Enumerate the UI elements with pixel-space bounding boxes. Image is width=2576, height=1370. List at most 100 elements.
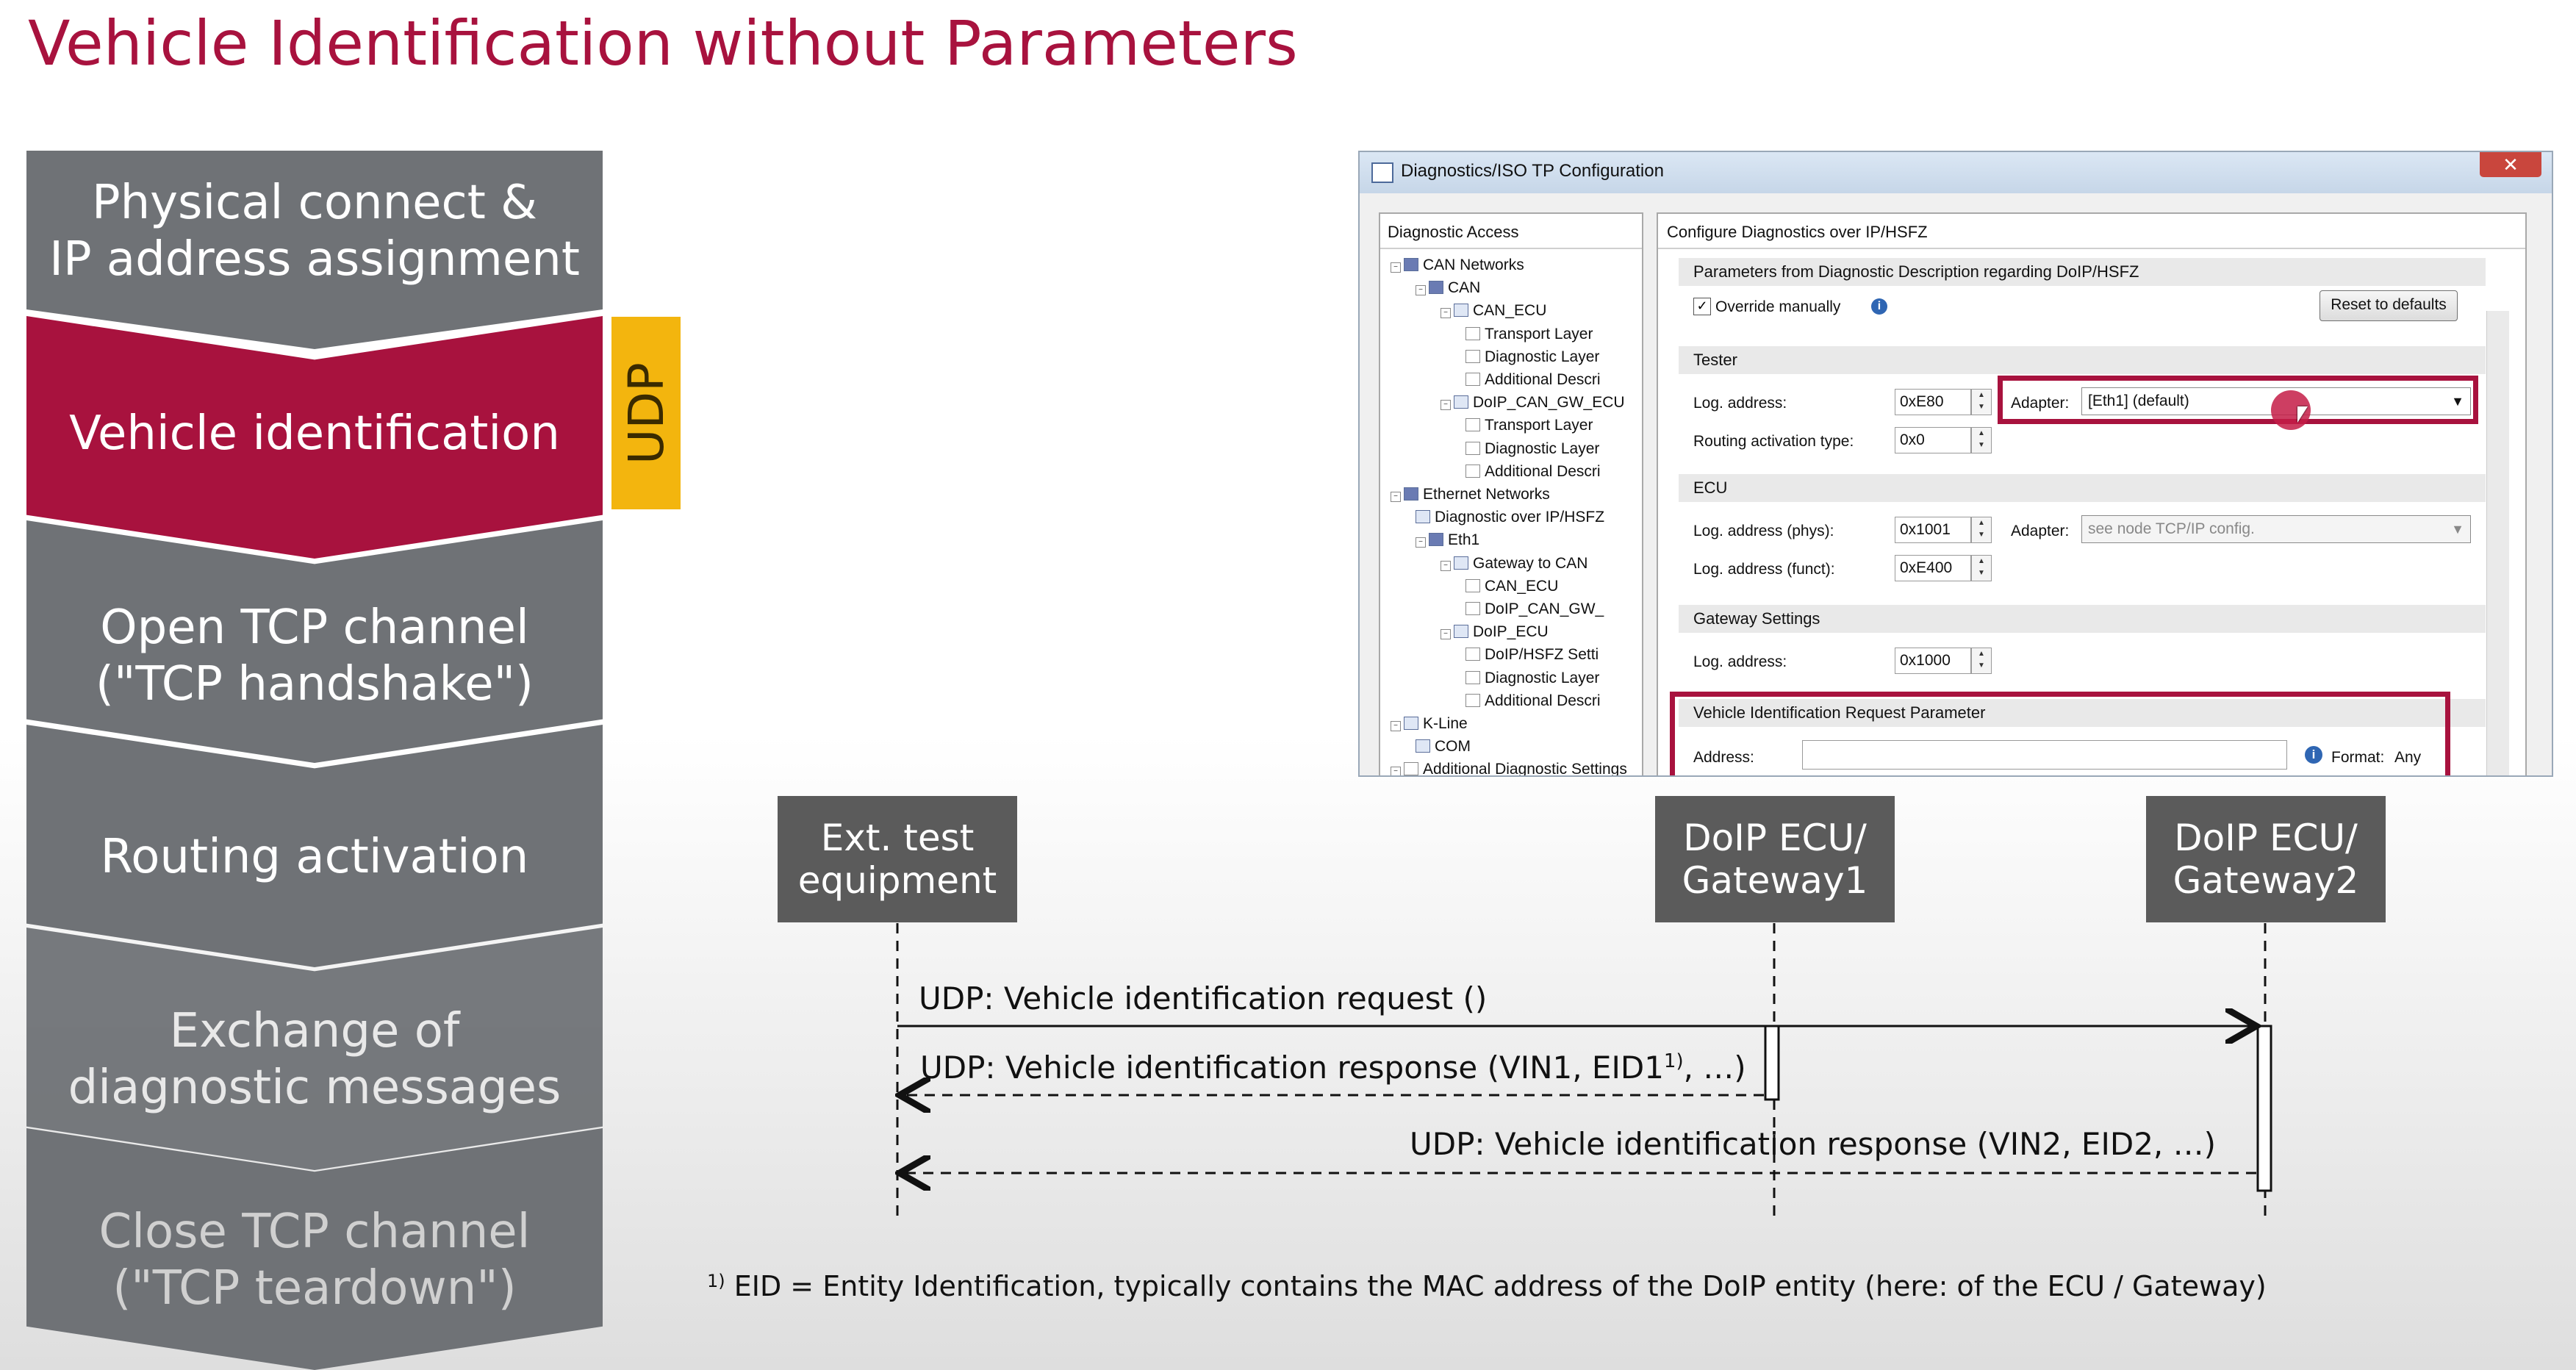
tree-item-label: Additional Diagnostic Settings [1423,761,1627,777]
footnote-mark: 1) [707,1271,725,1291]
ecu-funct-field[interactable]: 0xE400 [1895,555,1971,581]
document-icon [1404,762,1418,775]
ecu-icon [1454,395,1468,409]
message-response-1-text: UDP: Vehicle identification response (VI… [920,1050,1664,1086]
network-icon [1404,258,1418,271]
cable-icon [1416,510,1430,524]
ecu-adapter-dropdown[interactable]: see node TCP/IP config. ▼ [2081,515,2471,543]
step-label: Routing activation [100,829,529,884]
window-app-icon [1371,162,1393,183]
message-response-2: UDP: Vehicle identification response (VI… [1410,1126,2217,1162]
tree-item[interactable]: − Eth1 [1416,531,1479,549]
tree-item-label: Eth1 [1448,531,1480,549]
info-icon: i [1871,298,1887,315]
expand-toggle-icon[interactable]: − [1416,537,1426,548]
expand-toggle-icon[interactable]: − [1441,400,1451,411]
tree-item[interactable]: Diagnostic Layer [1465,348,1599,366]
step-label: Open TCP channel ("TCP handshake") [95,600,534,711]
tree-item[interactable]: Diagnostic over IP/HSFZ [1416,509,1604,526]
document-icon [1465,693,1480,707]
configure-panel: Configure Diagnostics over IP/HSFZ Param… [1657,212,2527,775]
tree-item[interactable]: DoIP_CAN_GW_ [1465,600,1604,618]
tree-item-label: DoIP_CAN_GW_ECU [1473,394,1625,412]
expand-toggle-icon[interactable]: − [1391,721,1401,731]
tree-item[interactable]: DoIP/HSFZ Setti [1465,646,1599,664]
tree-item[interactable]: Additional Descri [1465,692,1601,710]
tree-item[interactable]: − K-Line [1391,715,1468,733]
tree-item-label: Additional Descri [1485,692,1601,709]
tree-item[interactable]: − DoIP_CAN_GW_ECU [1441,394,1625,412]
actor-label: DoIP ECU/ Gateway1 [1682,817,1868,902]
tree-item-label: CAN Networks [1423,257,1524,273]
udp-tag-label: UDP [617,362,675,465]
vehicle-id-request-highlight [1670,692,2450,775]
close-button[interactable]: ✕ [2480,152,2541,177]
settings-scrollbar[interactable] [2486,311,2509,775]
tree-item[interactable]: Transport Layer [1465,326,1593,343]
tester-log-address-field[interactable]: 0xE80 [1895,389,1971,415]
footnote-mark: 1) [1663,1050,1684,1072]
tree-item[interactable]: − Ethernet Networks [1391,486,1550,503]
tree-item-label: Ethernet Networks [1423,486,1550,503]
document-icon [1465,418,1480,432]
expand-toggle-icon[interactable]: − [1441,560,1451,571]
tree-item-label: DoIP_CAN_GW_ [1485,600,1604,617]
network-icon [1429,533,1443,547]
tree-item-label: DoIP_ECU [1473,623,1549,641]
gateway-icon [1454,556,1468,570]
ecu-adapter-label: Adapter: [2011,523,2070,539]
footnote-text: EID = Entity Identification, typically c… [733,1270,2267,1302]
ecu-phys-stepper[interactable]: ▲ ▼ [1971,517,1992,543]
document-icon [1465,373,1480,386]
cable-icon [1416,739,1430,753]
expand-toggle-icon[interactable]: − [1441,629,1451,640]
activation-gateway1 [1764,1025,1780,1101]
configure-heading: Configure Diagnostics over IP/HSFZ [1667,223,1928,241]
tester-log-address-stepper[interactable]: ▲ ▼ [1971,389,1992,415]
document-icon [1465,349,1480,363]
step-label: Exchange of diagnostic messages [68,1004,562,1115]
actor-label: DoIP ECU/ Gateway2 [2173,817,2359,902]
routing-activation-stepper[interactable]: ▲ ▼ [1971,427,1992,453]
override-checkbox[interactable]: ✓ [1693,298,1711,315]
tree-item[interactable]: − CAN_ECU [1441,302,1546,320]
ecu-phys-field[interactable]: 0x1001 [1895,517,1971,543]
ecu-funct-stepper[interactable]: ▲ ▼ [1971,555,1992,581]
routing-activation-field[interactable]: 0x0 [1895,427,1971,453]
tree-item[interactable]: CAN_ECU [1465,578,1558,595]
gateway-log-address-field[interactable]: 0x1000 [1895,648,1971,674]
gateway-log-address-stepper[interactable]: ▲ ▼ [1971,648,1992,674]
tree-item[interactable]: − CAN Networks [1391,257,1524,274]
expand-toggle-icon[interactable]: − [1416,285,1426,296]
window-title: Diagnostics/ISO TP Configuration [1401,161,1664,181]
window-titlebar: Diagnostics/ISO TP Configuration ✕ [1360,152,2552,193]
tree-item[interactable]: Diagnostic Layer [1465,440,1599,458]
tree-item[interactable]: − DoIP_ECU [1441,623,1549,641]
override-label[interactable]: Override manually [1715,298,1840,316]
mouse-cursor-icon [2297,406,2308,423]
tree-item[interactable]: Additional Descri [1465,463,1601,481]
tree-item-label: CAN_ECU [1473,302,1547,320]
params-section-header: Parameters from Diagnostic Description r… [1679,258,2486,286]
tree-item[interactable]: Transport Layer [1465,417,1593,434]
reset-to-defaults-button[interactable]: Reset to defaults [2320,290,2458,321]
tree-item[interactable]: − Additional Diagnostic Settings [1391,761,1627,777]
expand-toggle-icon[interactable]: − [1391,262,1401,273]
ecu-phys-label: Log. address (phys): [1693,523,1834,539]
tree-item[interactable]: − CAN [1416,279,1480,297]
tree-item-label: Transport Layer [1485,417,1593,434]
expand-toggle-icon[interactable]: − [1391,767,1401,775]
expand-toggle-icon[interactable]: − [1441,308,1451,319]
actor-ext-test-equipment: Ext. test equipment [778,796,1017,922]
tree-item[interactable]: Additional Descri [1465,371,1601,389]
expand-toggle-icon[interactable]: − [1391,492,1401,502]
tester-section-header: Tester [1679,346,2486,374]
tree-item[interactable]: − Gateway to CAN [1441,555,1587,573]
cable-icon [1404,717,1418,730]
document-icon [1465,670,1480,684]
tree-item[interactable]: COM [1416,738,1471,756]
tree-item-label: DoIP/HSFZ Setti [1485,646,1599,664]
ecu-adapter-value: see node TCP/IP config. [2088,520,2255,537]
udp-tag: UDP [611,317,681,509]
tree-item[interactable]: Diagnostic Layer [1465,670,1599,687]
